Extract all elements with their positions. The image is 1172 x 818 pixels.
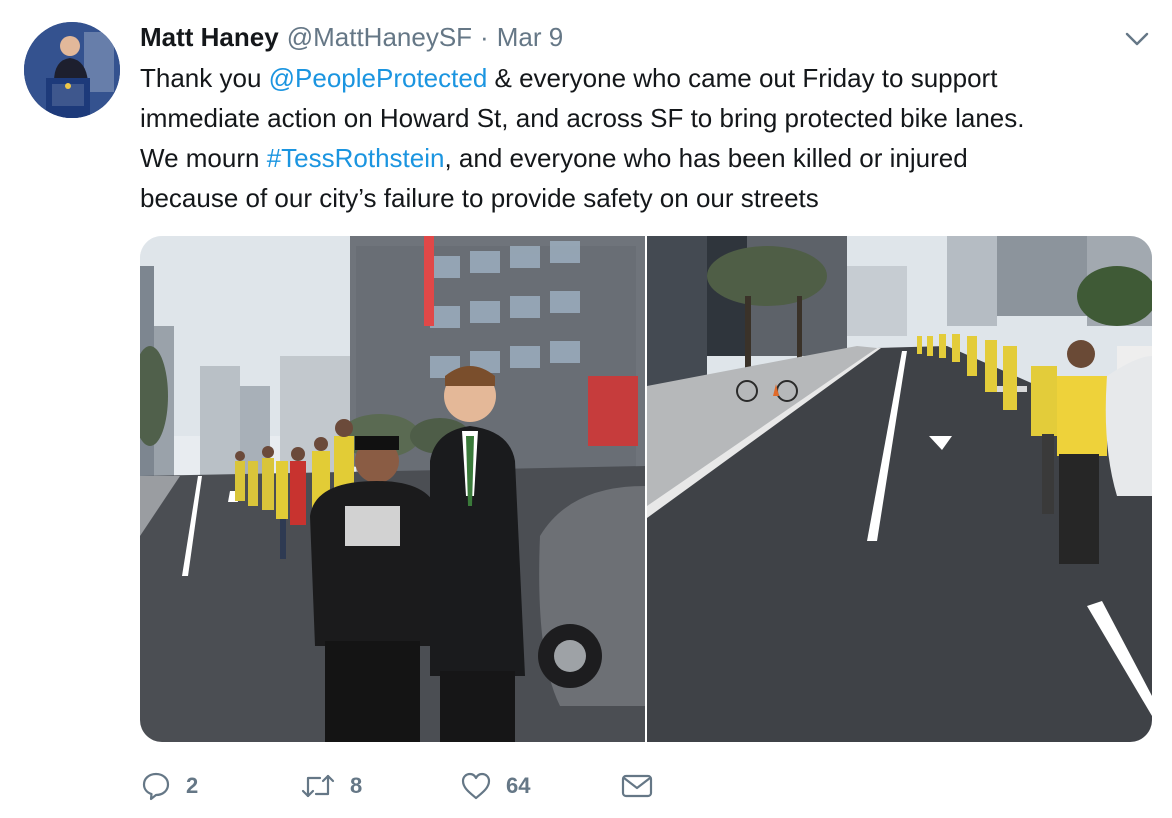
avatar[interactable] [24, 22, 120, 118]
like-count: 64 [506, 773, 531, 798]
direct-message-icon [620, 770, 654, 802]
tweet-actions: 2 8 64 [140, 764, 654, 808]
tweet-text-line-4: because of our city’s failure to provide… [140, 183, 819, 213]
hashtag-link[interactable]: #TessRothstein [267, 143, 445, 173]
mention-link[interactable]: @PeopleProtected [269, 63, 488, 93]
tweet-text-line-3: We mourn #TessRothstein, and everyone wh… [140, 138, 1150, 178]
retweet-count: 8 [350, 773, 363, 798]
text-segment: , and everyone who has been killed or in… [444, 143, 968, 173]
tweet-text-line-2: immediate action on Howard St, and acros… [140, 103, 1025, 133]
photo-bike-lane[interactable] [647, 236, 1152, 742]
tweet-text: Thank you @PeopleProtected & everyone wh… [140, 58, 1150, 218]
chevron-down-icon[interactable] [1122, 28, 1152, 50]
retweet-button[interactable]: 8 [300, 770, 460, 802]
heart-icon [460, 770, 492, 802]
tweet-media [140, 236, 1152, 742]
tweet-date[interactable]: Mar 9 [497, 22, 563, 53]
text-segment: We mourn [140, 143, 267, 173]
reply-count: 2 [186, 773, 199, 798]
tweet-text-line-1: Thank you @PeopleProtected & everyone wh… [140, 58, 1150, 98]
reply-button[interactable]: 2 [140, 770, 300, 802]
tweet[interactable]: Matt Haney @MattHaneySF · Mar 9 Thank yo… [0, 0, 1172, 818]
photo-street-portrait[interactable] [140, 236, 645, 742]
text-segment: Thank you [140, 63, 269, 93]
tweet-header: Matt Haney @MattHaneySF · Mar 9 [140, 22, 563, 52]
author-name[interactable]: Matt Haney [140, 22, 279, 53]
author-handle[interactable]: @MattHaneySF [287, 22, 472, 53]
text-segment: & everyone who came out Friday to suppor… [487, 63, 998, 93]
retweet-icon [300, 770, 336, 802]
like-button[interactable]: 64 [460, 770, 620, 802]
reply-icon [140, 770, 172, 802]
direct-message-button[interactable] [620, 770, 654, 802]
separator-dot: · [480, 22, 489, 52]
